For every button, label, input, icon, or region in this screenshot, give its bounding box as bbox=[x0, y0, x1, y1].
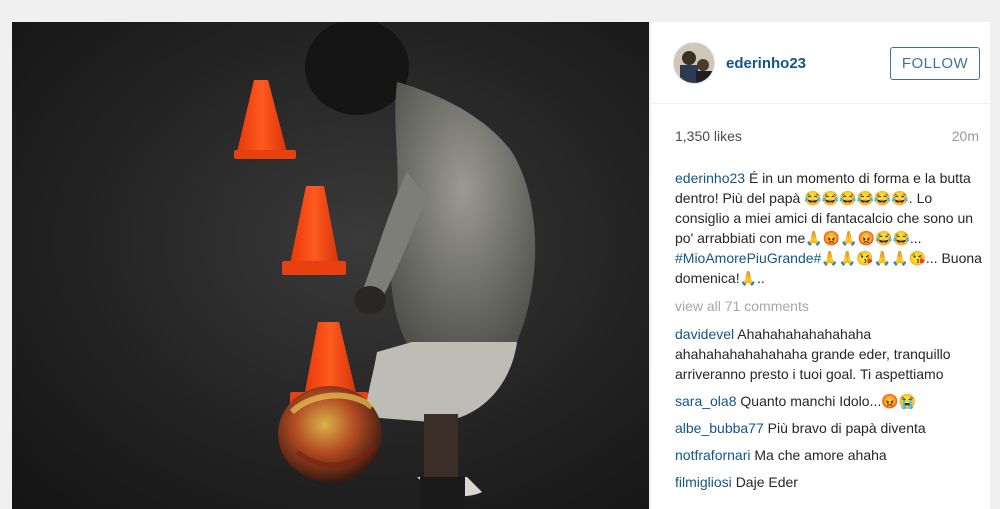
comment-text: Quanto manchi Idolo...😡😭 bbox=[740, 393, 917, 409]
comment-item: davidevel Ahahahahahahahaha ahahahahahah… bbox=[675, 324, 983, 384]
avatar-photo-icon bbox=[674, 43, 714, 83]
comment-text: Daje Eder bbox=[735, 474, 798, 490]
comment-username-link[interactable]: filmigliosi bbox=[675, 474, 732, 490]
post-username-link[interactable]: ederinho23 bbox=[726, 55, 806, 72]
comment-text: Ma che amore ahaha bbox=[754, 447, 887, 463]
post-timestamp[interactable]: 20m bbox=[952, 128, 979, 144]
photo-illustration bbox=[234, 22, 536, 509]
comment-list: ederinho23 É in un momento di forma e la… bbox=[675, 168, 983, 499]
comment-username-link[interactable]: albe_bubba77 bbox=[675, 420, 764, 436]
post-header: ederinho23 FOLLOW bbox=[651, 22, 991, 104]
view-all-comments-link[interactable]: view all 71 comments bbox=[675, 296, 983, 316]
follow-button[interactable]: FOLLOW bbox=[890, 47, 980, 80]
comment-item: notfrafornari Ma che amore ahaha bbox=[675, 445, 983, 465]
football bbox=[278, 386, 382, 482]
comment-username-link[interactable]: notfrafornari bbox=[675, 447, 750, 463]
post-caption: ederinho23 É in un momento di forma e la… bbox=[675, 168, 983, 288]
post-details-panel: ederinho23 FOLLOW 1,350 likes 20m ederin… bbox=[650, 22, 991, 509]
comment-username-link[interactable]: sara_ola8 bbox=[675, 393, 737, 409]
post-photo[interactable] bbox=[12, 22, 649, 509]
caption-username-link[interactable]: ederinho23 bbox=[675, 170, 745, 186]
comment-item: albe_bubba77 Più bravo di papà diventa bbox=[675, 418, 983, 438]
likes-count[interactable]: 1,350 likes bbox=[675, 128, 742, 144]
comment-text: Più bravo di papà diventa bbox=[767, 420, 926, 436]
caption-hashtag-link[interactable]: #MioAmorePiuGrande#🙏🙏😘🙏🙏😘 bbox=[675, 250, 926, 266]
cone-2 bbox=[282, 186, 346, 275]
cone-1 bbox=[234, 80, 296, 159]
avatar[interactable] bbox=[673, 42, 715, 84]
comment-username-link[interactable]: davidevel bbox=[675, 326, 734, 342]
comment-item: sara_ola8 Quanto manchi Idolo...😡😭 bbox=[675, 391, 983, 411]
comment-item: filmigliosi Daje Eder bbox=[675, 472, 983, 492]
likes-row: 1,350 likes 20m bbox=[675, 128, 979, 148]
